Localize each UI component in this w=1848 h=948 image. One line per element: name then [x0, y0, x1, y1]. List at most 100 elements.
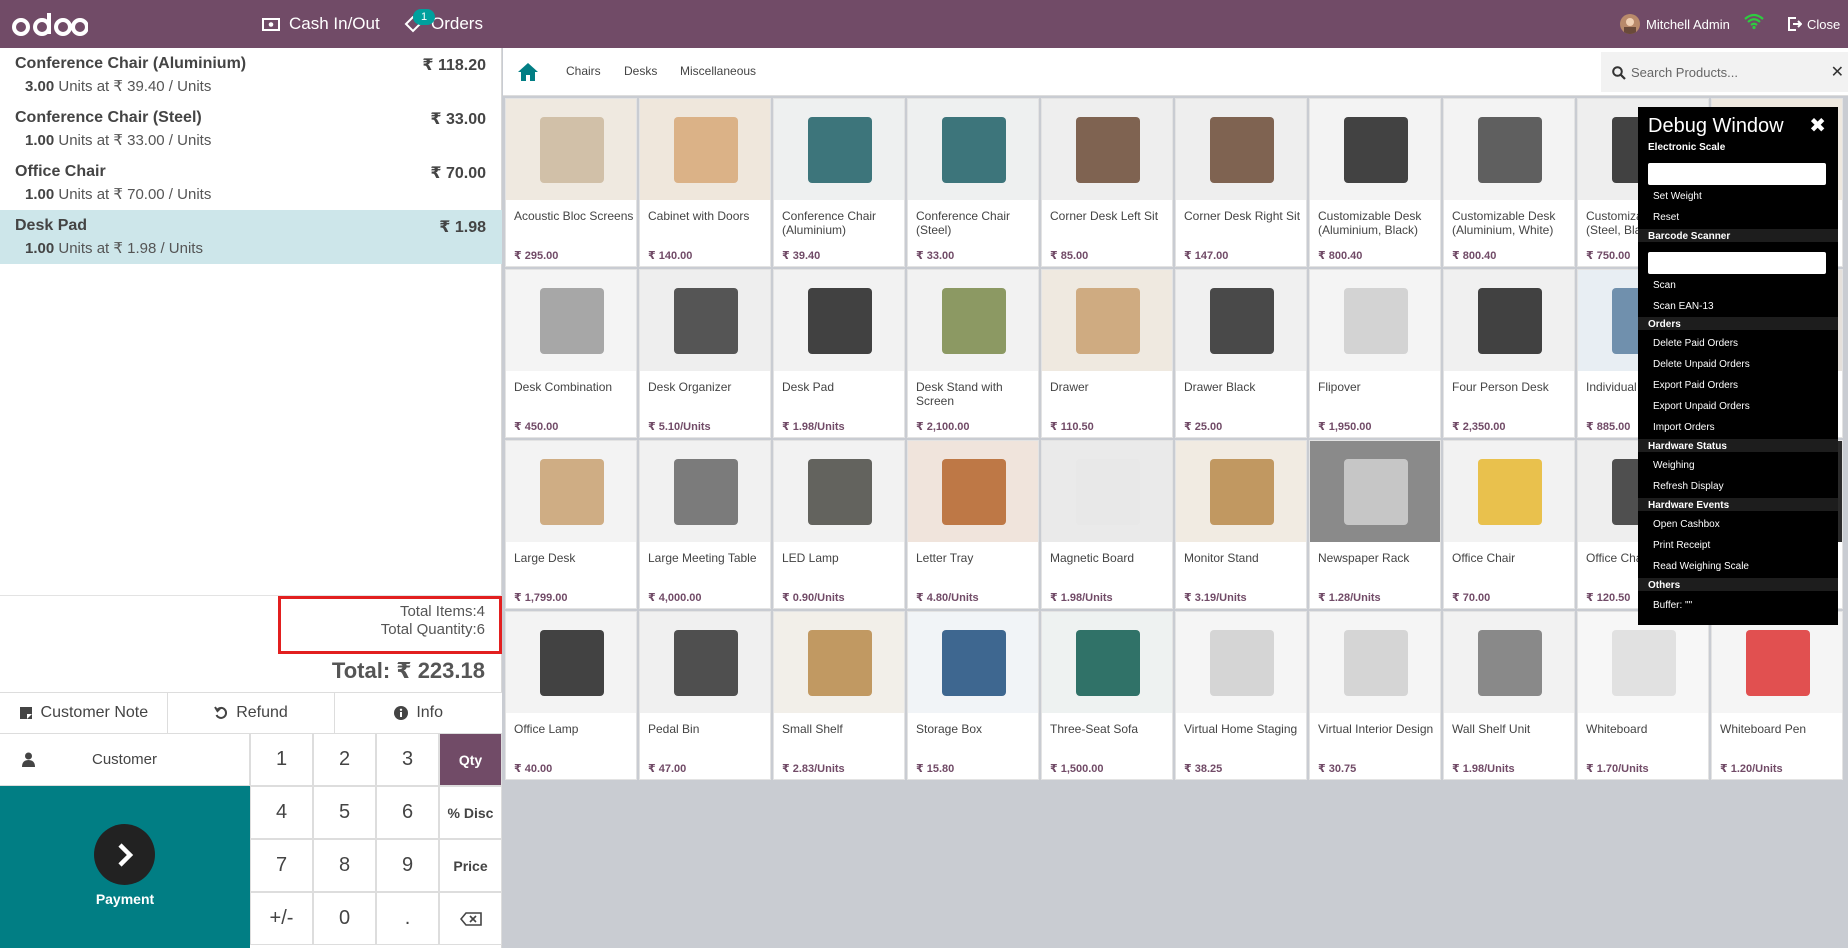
category-desks[interactable]: Desks: [624, 64, 657, 78]
refund-button[interactable]: Refund: [167, 693, 336, 733]
customer-note-button[interactable]: Customer Note: [0, 693, 168, 733]
print-receipt-link[interactable]: Print Receipt: [1653, 540, 1710, 551]
close-session-button[interactable]: Close: [1788, 0, 1840, 48]
product-image: [1042, 441, 1172, 542]
product-card[interactable]: Customizable Desk (Aluminium, White) ₹ 80…: [1443, 98, 1575, 267]
product-card[interactable]: Desk Pad ₹ 1.98/Units: [773, 269, 905, 438]
refresh-display-link[interactable]: Refresh Display: [1653, 481, 1724, 492]
category-miscellaneous[interactable]: Miscellaneous: [680, 64, 756, 78]
read-scale-link[interactable]: Read Weighing Scale: [1653, 561, 1749, 572]
payment-button[interactable]: Payment: [0, 786, 250, 948]
home-icon[interactable]: [517, 62, 539, 82]
product-thumbnail: [674, 630, 738, 696]
product-card[interactable]: Whiteboard ₹ 1.70/Units: [1577, 611, 1709, 780]
product-card[interactable]: Corner Desk Right Sit ₹ 147.00: [1175, 98, 1307, 267]
product-image: [1042, 270, 1172, 371]
user-menu[interactable]: Mitchell Admin: [1620, 0, 1730, 48]
backspace-button[interactable]: [439, 892, 502, 945]
set-weight-link[interactable]: Set Weight: [1653, 191, 1702, 202]
product-card[interactable]: Pedal Bin ₹ 47.00: [639, 611, 771, 780]
debug-close-icon[interactable]: ✖: [1809, 113, 1826, 138]
product-card[interactable]: Storage Box ₹ 15.80: [907, 611, 1039, 780]
product-card[interactable]: LED Lamp ₹ 0.90/Units: [773, 440, 905, 609]
numpad-2[interactable]: 2: [313, 733, 376, 786]
product-card[interactable]: Conference Chair (Steel) ₹ 33.00: [907, 98, 1039, 267]
delete-paid-link[interactable]: Delete Paid Orders: [1653, 338, 1738, 349]
product-card[interactable]: Desk Stand with Screen ₹ 2,100.00: [907, 269, 1039, 438]
numpad-3[interactable]: 3: [376, 733, 439, 786]
open-cashbox-link[interactable]: Open Cashbox: [1653, 519, 1720, 530]
export-paid-link[interactable]: Export Paid Orders: [1653, 380, 1738, 391]
product-price: ₹ 30.75: [1318, 763, 1357, 775]
product-image: [1176, 441, 1306, 542]
orderline[interactable]: Conference Chair (Aluminium) ₹ 118.20 3.…: [0, 48, 502, 102]
clear-search-icon[interactable]: ✕: [1831, 62, 1844, 82]
orderline[interactable]: Conference Chair (Steel) ₹ 33.00 1.00 Un…: [0, 102, 502, 156]
debug-section-barcode: Barcode Scanner: [1648, 231, 1731, 242]
product-card[interactable]: Desk Organizer ₹ 5.10/Units: [639, 269, 771, 438]
numpad-8[interactable]: 8: [313, 839, 376, 892]
product-card[interactable]: Four Person Desk ₹ 2,350.00: [1443, 269, 1575, 438]
numpad-sign[interactable]: +/-: [250, 892, 313, 945]
product-card[interactable]: Monitor Stand ₹ 3.19/Units: [1175, 440, 1307, 609]
barcode-input[interactable]: [1648, 252, 1826, 274]
mode-qty-button[interactable]: Qty: [439, 733, 502, 786]
delete-unpaid-link[interactable]: Delete Unpaid Orders: [1653, 359, 1750, 370]
orderline[interactable]: Office Chair ₹ 70.00 1.00 Units at ₹ 70.…: [0, 156, 502, 210]
product-card[interactable]: Office Chair ₹ 70.00: [1443, 440, 1575, 609]
product-card[interactable]: Large Desk ₹ 1,799.00: [505, 440, 637, 609]
product-card[interactable]: Magnetic Board ₹ 1.98/Units: [1041, 440, 1173, 609]
total-items: Total Items:4: [399, 603, 485, 620]
product-card[interactable]: Letter Tray ₹ 4.80/Units: [907, 440, 1039, 609]
numpad-5[interactable]: 5: [313, 786, 376, 839]
product-card[interactable]: Corner Desk Left Sit ₹ 85.00: [1041, 98, 1173, 267]
product-card[interactable]: Small Shelf ₹ 2.83/Units: [773, 611, 905, 780]
product-card[interactable]: Desk Combination ₹ 450.00: [505, 269, 637, 438]
search-box[interactable]: Search Products... ✕: [1601, 52, 1848, 92]
product-name: Monitor Stand: [1184, 551, 1259, 565]
weight-input[interactable]: [1648, 163, 1826, 185]
reset-link[interactable]: Reset: [1653, 212, 1679, 223]
product-card[interactable]: Conference Chair (Aluminium) ₹ 39.40: [773, 98, 905, 267]
product-card[interactable]: Whiteboard Pen ₹ 1.20/Units: [1711, 611, 1843, 780]
product-card[interactable]: Virtual Home Staging ₹ 38.25: [1175, 611, 1307, 780]
numpad-1[interactable]: 1: [250, 733, 313, 786]
product-card[interactable]: Large Meeting Table ₹ 4,000.00: [639, 440, 771, 609]
product-thumbnail: [540, 630, 604, 696]
weighing-link[interactable]: Weighing: [1653, 460, 1695, 471]
product-card[interactable]: Cabinet with Doors ₹ 140.00: [639, 98, 771, 267]
mode-discount-button[interactable]: % Disc: [439, 786, 502, 839]
money-icon: [262, 17, 280, 31]
orders-button[interactable]: Orders: [404, 0, 483, 48]
product-card[interactable]: Office Lamp ₹ 40.00: [505, 611, 637, 780]
product-thumbnail: [808, 630, 872, 696]
numpad-dot[interactable]: .: [376, 892, 439, 945]
product-card[interactable]: Customizable Desk (Aluminium, Black) ₹ 80…: [1309, 98, 1441, 267]
product-card[interactable]: Flipover ₹ 1,950.00: [1309, 269, 1441, 438]
orderline-selected[interactable]: Desk Pad ₹ 1.98 1.00 Units at ₹ 1.98 / U…: [0, 210, 502, 264]
export-unpaid-link[interactable]: Export Unpaid Orders: [1653, 401, 1750, 412]
product-card[interactable]: Newspaper Rack ₹ 1.28/Units: [1309, 440, 1441, 609]
customer-button[interactable]: Customer: [0, 733, 250, 786]
import-orders-link[interactable]: Import Orders: [1653, 422, 1715, 433]
product-card[interactable]: Acoustic Bloc Screens ₹ 295.00: [505, 98, 637, 267]
mode-price-button[interactable]: Price: [439, 839, 502, 892]
scan-link[interactable]: Scan: [1653, 280, 1676, 291]
numpad-4[interactable]: 4: [250, 786, 313, 839]
numpad-0[interactable]: 0: [313, 892, 376, 945]
product-card[interactable]: Wall Shelf Unit ₹ 1.98/Units: [1443, 611, 1575, 780]
cash-in-out-button[interactable]: Cash In/Out: [262, 0, 380, 48]
info-button[interactable]: Info: [335, 693, 503, 733]
numpad-6[interactable]: 6: [376, 786, 439, 839]
product-card[interactable]: Drawer ₹ 110.50: [1041, 269, 1173, 438]
numpad-9[interactable]: 9: [376, 839, 439, 892]
product-card[interactable]: Drawer Black ₹ 25.00: [1175, 269, 1307, 438]
product-card[interactable]: Three-Seat Sofa ₹ 1,500.00: [1041, 611, 1173, 780]
product-card[interactable]: Virtual Interior Design ₹ 30.75: [1309, 611, 1441, 780]
product-image: [506, 99, 636, 200]
scan-ean-link[interactable]: Scan EAN-13: [1653, 301, 1714, 312]
product-image: [1444, 270, 1574, 371]
category-chairs[interactable]: Chairs: [566, 64, 601, 78]
numpad-7[interactable]: 7: [250, 839, 313, 892]
search-input[interactable]: Search Products...: [1631, 65, 1738, 80]
